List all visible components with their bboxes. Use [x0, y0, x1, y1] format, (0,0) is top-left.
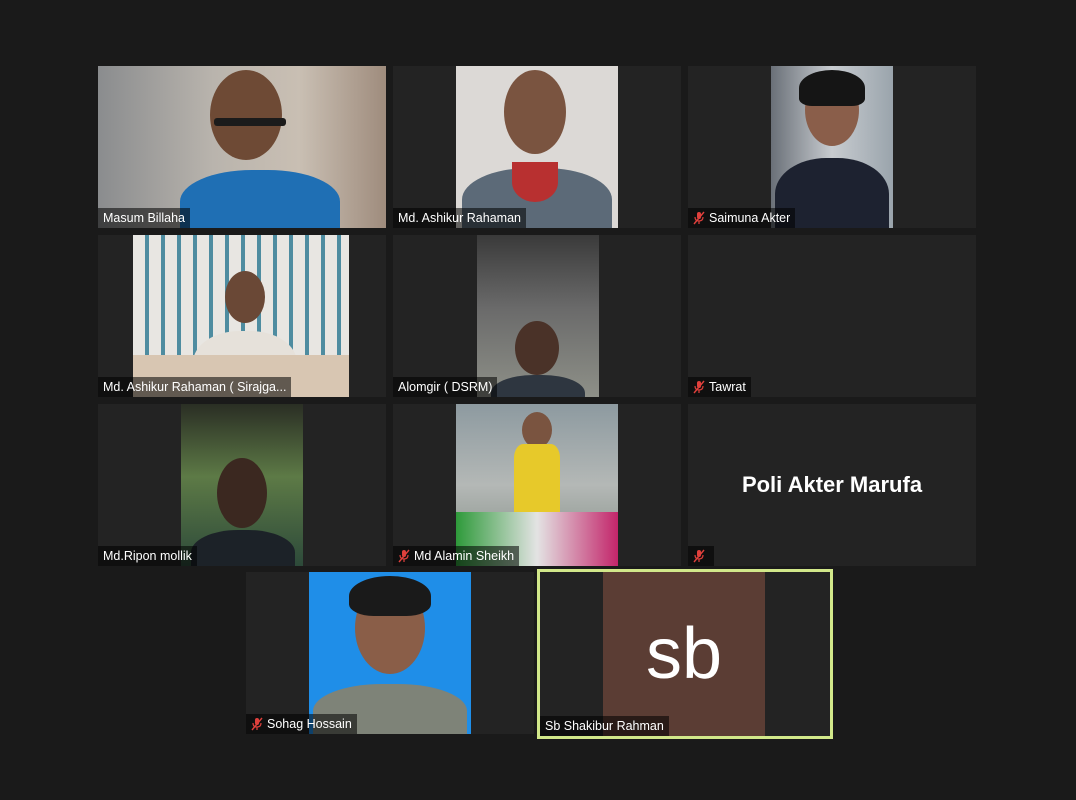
participant-name: Tawrat: [709, 380, 746, 394]
participant-name-tag: Md. Ashikur Rahaman ( Sirajga...: [98, 377, 292, 397]
participant-display-name: Poli Akter Marufa: [741, 472, 923, 497]
participant-name-tag: Sb Shakibur Rahman: [540, 716, 669, 736]
participant-tile-md-ashikur-rahaman-sirajganj[interactable]: Md. Ashikur Rahaman ( Sirajga...: [98, 235, 386, 397]
participant-name: Sb Shakibur Rahman: [545, 719, 664, 733]
participant-name: Md. Ashikur Rahaman ( Sirajga...: [103, 380, 287, 394]
participant-name-tag: [688, 546, 714, 566]
participant-video: [181, 404, 303, 566]
participant-video: [456, 404, 618, 566]
participant-tile-sb-shakibur-rahman[interactable]: sb Sb Shakibur Rahman: [537, 569, 833, 739]
participant-tile-alomgir-dsrm[interactable]: Alomgir ( DSRM): [393, 235, 681, 397]
muted-mic-icon: [693, 211, 705, 225]
avatar: sb: [603, 572, 765, 736]
participant-name-tag: Alomgir ( DSRM): [393, 377, 498, 397]
muted-mic-icon: [693, 380, 705, 394]
participant-video: [771, 66, 893, 228]
participant-tile-masum-billaha[interactable]: Masum Billaha: [98, 66, 386, 228]
participant-tile-md-ashikur-rahaman[interactable]: Md. Ashikur Rahaman: [393, 66, 681, 228]
participant-video: [98, 66, 386, 228]
participant-name-tag: Md.Ripon mollik: [98, 546, 197, 566]
participant-name-tag: Md. Ashikur Rahaman: [393, 208, 526, 228]
participant-tile-tawrat[interactable]: Tawrat: [688, 235, 976, 397]
participant-name-tag: Sohag Hossain: [246, 714, 357, 734]
participant-video: [133, 235, 349, 397]
participant-name: Alomgir ( DSRM): [398, 380, 493, 394]
participant-name: Saimuna Akter: [709, 211, 791, 225]
participant-name: Md.Ripon mollik: [103, 549, 192, 563]
participant-video: [456, 66, 618, 228]
participant-name-tag: Md Alamin Sheikh: [393, 546, 520, 566]
participant-tile-poli-akter-marufa[interactable]: Poli Akter Marufa: [688, 404, 976, 566]
participant-tile-md-ripon-mollik[interactable]: Md.Ripon mollik: [98, 404, 386, 566]
participant-name: Sohag Hossain: [267, 717, 352, 731]
muted-mic-icon: [251, 717, 263, 731]
participant-name: Masum Billaha: [103, 211, 185, 225]
avatar-initials: sb: [645, 614, 723, 694]
participant-name-tag: Masum Billaha: [98, 208, 190, 228]
participant-name: Md Alamin Sheikh: [414, 549, 515, 563]
participant-name-tag: Tawrat: [688, 377, 751, 397]
muted-mic-icon: [398, 549, 410, 563]
participant-tile-md-alamin-sheikh[interactable]: Md Alamin Sheikh: [393, 404, 681, 566]
muted-mic-icon: [693, 549, 705, 563]
participant-tile-sohag-hossain[interactable]: Sohag Hossain: [246, 572, 534, 734]
participant-name-tag: Saimuna Akter: [688, 208, 796, 228]
participant-video: [477, 235, 599, 397]
participant-video: [309, 572, 471, 734]
participant-tile-saimuna-akter[interactable]: Saimuna Akter: [688, 66, 976, 228]
participant-name: Md. Ashikur Rahaman: [398, 211, 521, 225]
